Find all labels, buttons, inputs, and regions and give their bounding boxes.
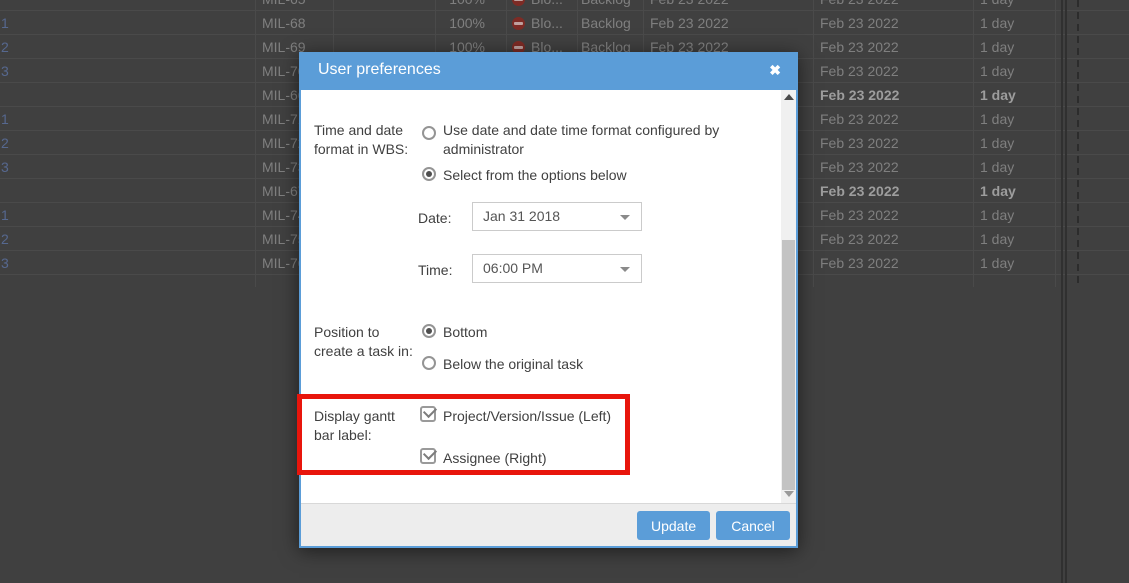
blocked-icon bbox=[512, 0, 525, 6]
cell-start-date: Feb 23 2022 bbox=[650, 0, 770, 11]
cell-duration: 1 day bbox=[980, 35, 1050, 59]
column-divider bbox=[255, 0, 256, 287]
time-date-format-label: Time and date format in WBS: bbox=[314, 121, 408, 159]
cell-row-number: 3 bbox=[1, 155, 9, 179]
cell-duration: 1 day bbox=[980, 0, 1050, 11]
cell-due-date: Feb 23 2022 bbox=[820, 155, 940, 179]
checkbox-assignee-label[interactable]: Assignee (Right) bbox=[443, 449, 547, 468]
cell-duration: 1 day bbox=[980, 131, 1050, 155]
cell-duration: 1 day bbox=[980, 11, 1050, 35]
cell-due-date: Feb 23 2022 bbox=[820, 179, 940, 203]
cell-issue-key: MIL-65 bbox=[262, 0, 332, 11]
radio-position-below[interactable] bbox=[422, 356, 436, 370]
dialog-title: User preferences bbox=[318, 61, 441, 79]
scroll-down-icon[interactable] bbox=[784, 491, 794, 497]
cell-duration: 1 day bbox=[980, 83, 1050, 107]
cell-duration: 1 day bbox=[980, 251, 1050, 275]
cell-flag: Blo... bbox=[512, 0, 574, 11]
update-button[interactable]: Update bbox=[637, 511, 710, 540]
time-select[interactable]: 06:00 PM bbox=[472, 254, 642, 283]
cancel-button[interactable]: Cancel bbox=[716, 511, 790, 540]
position-label: Position to create a task in: bbox=[314, 323, 413, 361]
date-label: Date: bbox=[418, 209, 451, 228]
date-select-value: Jan 31 2018 bbox=[483, 208, 560, 224]
cell-status: Backlog bbox=[581, 11, 641, 35]
time-label: Time: bbox=[418, 261, 452, 280]
cell-due-date: Feb 23 2022 bbox=[820, 107, 940, 131]
radio-admin-format[interactable] bbox=[422, 126, 436, 140]
cell-due-date: Feb 23 2022 bbox=[820, 11, 940, 35]
cell-status: Backlog bbox=[581, 0, 641, 11]
cell-row-number: 2 bbox=[1, 227, 9, 251]
cell-flag: Blo... bbox=[512, 11, 574, 35]
cell-due-date: Feb 23 2022 bbox=[820, 251, 940, 275]
chevron-down-icon bbox=[620, 267, 630, 272]
cell-row-number: 2 bbox=[1, 131, 9, 155]
cell-row-number: 2 bbox=[1, 35, 9, 59]
scroll-up-icon[interactable] bbox=[784, 94, 794, 100]
gantt-gridline bbox=[1077, 0, 1079, 287]
cell-row-number: 1 bbox=[1, 11, 9, 35]
column-divider bbox=[813, 0, 814, 287]
column-divider bbox=[973, 0, 974, 287]
cell-issue-key: MIL-68 bbox=[262, 11, 332, 35]
chevron-down-icon bbox=[620, 215, 630, 220]
radio-select-format-label[interactable]: Select from the options below bbox=[443, 166, 627, 185]
radio-position-bottom[interactable] bbox=[422, 324, 436, 338]
radio-position-below-label[interactable]: Below the original task bbox=[443, 355, 583, 374]
dialog-header: User preferences ✖ bbox=[301, 54, 796, 90]
table-row: MIL-65 100% Blo... Backlog Feb 23 2022 Feb 23… bbox=[0, 0, 1129, 11]
dialog-footer: Update Cancel bbox=[301, 503, 796, 546]
cell-progress: 100% bbox=[435, 11, 485, 35]
checkbox-project-version-issue-label[interactable]: Project/Version/Issue (Left) bbox=[443, 407, 611, 426]
cell-due-date: Feb 23 2022 bbox=[820, 131, 940, 155]
date-select[interactable]: Jan 31 2018 bbox=[472, 202, 642, 231]
cell-due-date: Feb 23 2022 bbox=[820, 83, 940, 107]
checkbox-assignee[interactable] bbox=[420, 448, 436, 464]
cell-duration: 1 day bbox=[980, 203, 1050, 227]
cell-due-date: Feb 23 2022 bbox=[820, 227, 940, 251]
time-select-value: 06:00 PM bbox=[483, 260, 543, 276]
checkbox-project-version-issue[interactable] bbox=[420, 406, 436, 422]
column-divider bbox=[1055, 0, 1056, 287]
cell-due-date: Feb 23 2022 bbox=[820, 203, 940, 227]
radio-position-bottom-label[interactable]: Bottom bbox=[443, 323, 487, 342]
radio-select-format[interactable] bbox=[422, 167, 436, 181]
cell-duration: 1 day bbox=[980, 155, 1050, 179]
table-gantt-splitter[interactable] bbox=[1061, 0, 1067, 583]
cell-row-number: 1 bbox=[1, 203, 9, 227]
close-icon[interactable]: ✖ bbox=[769, 62, 781, 79]
cell-progress: 100% bbox=[435, 0, 485, 11]
cell-due-date: Feb 23 2022 bbox=[820, 59, 940, 83]
cell-duration: 1 day bbox=[980, 227, 1050, 251]
dialog-body: Time and date format in WBS: Use date an… bbox=[301, 90, 796, 503]
table-row: 1 MIL-68 100% Blo... Backlog Feb 23 2022 Feb 2… bbox=[0, 11, 1129, 35]
cell-row-number: 3 bbox=[1, 251, 9, 275]
cell-start-date: Feb 23 2022 bbox=[650, 11, 770, 35]
radio-admin-format-label[interactable]: Use date and date time format configured… bbox=[443, 121, 743, 159]
scrollbar[interactable] bbox=[781, 90, 796, 503]
gantt-bar-label-label: Display gantt bar label: bbox=[314, 407, 395, 445]
cell-due-date: Feb 23 2022 bbox=[820, 0, 940, 11]
page: MIL-65100%Blo...BacklogFeb 23 2022Feb 23… bbox=[0, 0, 1129, 583]
cell-duration: 1 day bbox=[980, 107, 1050, 131]
cell-duration: 1 day bbox=[980, 179, 1050, 203]
cell-row-number: 1 bbox=[1, 107, 9, 131]
cell-duration: 1 day bbox=[980, 59, 1050, 83]
scrollbar-thumb[interactable] bbox=[782, 240, 795, 490]
cell-row-number: 3 bbox=[1, 59, 9, 83]
blocked-icon bbox=[512, 17, 525, 30]
user-preferences-dialog: User preferences ✖ Time and date format … bbox=[299, 52, 798, 548]
cell-due-date: Feb 23 2022 bbox=[820, 35, 940, 59]
